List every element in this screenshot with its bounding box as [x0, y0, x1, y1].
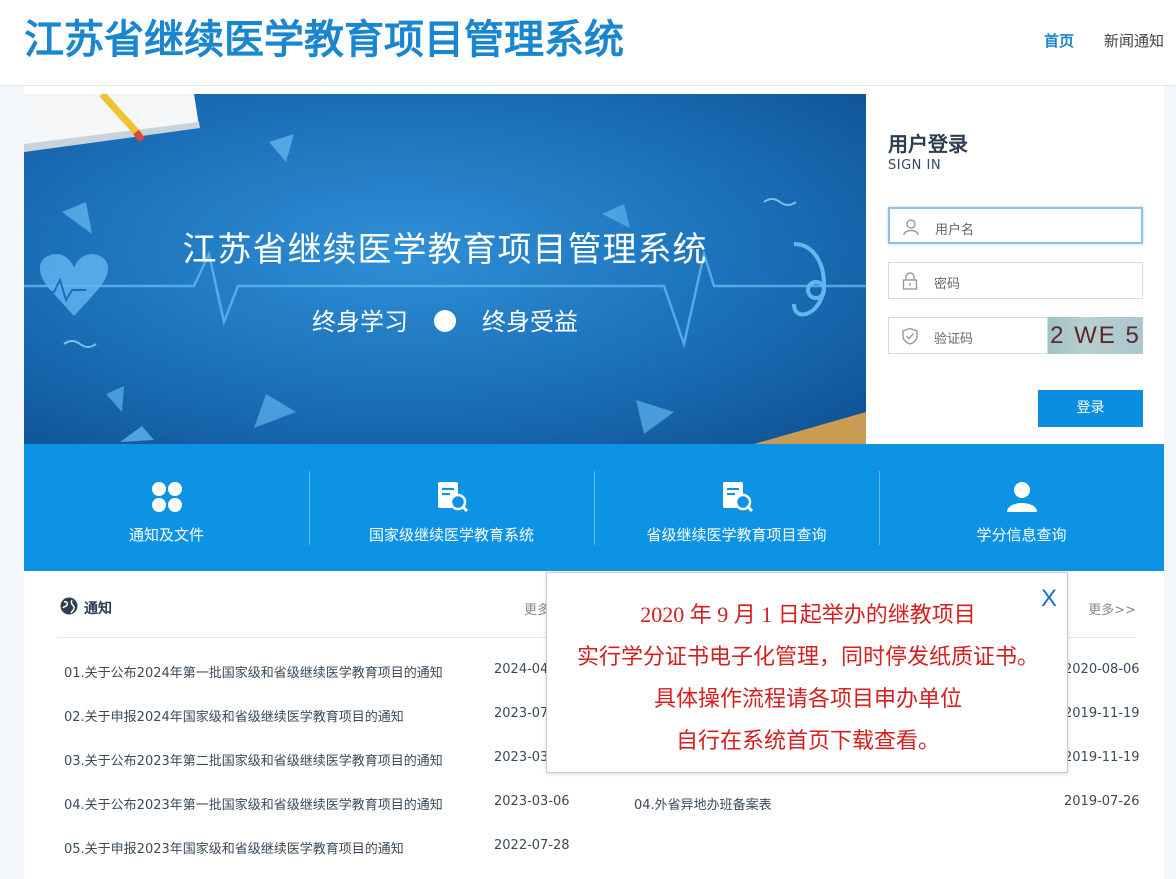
quick-links-bar: 通知及文件 国家级继续医学教育系统 省级继续医学教育项目查询 学分信息查询: [24, 444, 1164, 571]
user-icon: [1006, 482, 1037, 512]
more-link-right[interactable]: 更多>>: [1088, 599, 1136, 618]
lock-icon: [902, 272, 918, 290]
popup-line: 自行在系统首页下载查看。: [675, 728, 940, 753]
list-item[interactable]: 04.关于公布2023年第一批国家级和省级继续医学教育项目的通知: [64, 794, 443, 813]
clover-icon: [151, 482, 182, 512]
login-subtitle: SIGN IN: [888, 158, 942, 173]
popup-line: 2020 年 9 月 1 日起举办的继教项目: [640, 602, 976, 627]
notice-date: 2019-07-26: [1064, 794, 1140, 809]
password-field[interactable]: 密码: [888, 262, 1143, 299]
login-button[interactable]: 登录: [1038, 390, 1143, 427]
captcha-image[interactable]: 2 WE 5: [1048, 317, 1143, 354]
notice-date: 2020-08-06: [1064, 662, 1140, 677]
doc-search-icon: [722, 482, 753, 513]
captcha-field[interactable]: 验证码: [888, 317, 1048, 354]
banner-title: 江苏省继续医学教育项目管理系统: [182, 230, 708, 270]
list-item[interactable]: 04.外省异地办班备案表: [634, 794, 772, 813]
list-item[interactable]: 05.关于申报2023年国家级和省级继续医学教育项目的通知: [64, 838, 404, 857]
notice-date: 2022-07-28: [494, 838, 570, 853]
notices-title: 通知: [84, 601, 112, 617]
password-placeholder: 密码: [934, 277, 961, 292]
top-nav: 首页 新闻通知: [1044, 30, 1164, 51]
quick-link-label: 国家级继续医学教育系统: [368, 526, 534, 544]
notice-date: 2023-03-06: [494, 794, 570, 809]
quick-link-label: 省级继续医学教育项目查询: [646, 526, 827, 544]
announcement-popup: X 2020 年 9 月 1 日起举办的继教项目 实行学分证书电子化管理，同时停…: [546, 572, 1068, 773]
slogan-right: 终身受益: [482, 308, 578, 336]
list-item[interactable]: 01.关于公布2024年第一批国家级和省级继续医学教育项目的通知: [64, 662, 443, 681]
slogan-dot: [434, 310, 456, 332]
login-panel: 用户登录 SIGN IN 用户名 密码 验证码 2 WE 5 登录: [866, 94, 1164, 444]
popup-line: 具体操作流程请各项目申办单位: [653, 686, 962, 711]
banner-slogan: 终身学习 终身受益: [24, 302, 866, 337]
quick-link-label: 学分信息查询: [976, 526, 1067, 544]
popup-line: 实行学分证书电子化管理，同时停发纸质证书。: [576, 644, 1039, 669]
nav-home-link[interactable]: 首页: [1044, 30, 1074, 51]
notice-title[interactable]: 04.外省异地办班备案表: [634, 798, 772, 813]
quick-link-notices[interactable]: 通知及文件: [24, 444, 309, 571]
captcha-text: 2 WE 5: [1050, 322, 1141, 349]
list-item[interactable]: 03.关于公布2023年第二批国家级和省级继续医学教育项目的通知: [64, 750, 443, 769]
user-icon: [903, 219, 919, 236]
quick-link-label: 通知及文件: [128, 526, 204, 544]
quick-link-provincial-query[interactable]: 省级继续医学教育项目查询: [594, 444, 879, 571]
notice-title[interactable]: 01.关于公布2024年第一批国家级和省级继续医学教育项目的通知: [64, 666, 443, 681]
notice-date: 2019-11-19: [1064, 706, 1140, 721]
notice-title[interactable]: 04.关于公布2023年第一批国家级和省级继续医学教育项目的通知: [64, 798, 443, 813]
doc-search-icon: [437, 482, 468, 513]
notice-date: 2023-03-: [494, 750, 554, 765]
quick-link-credit-query[interactable]: 学分信息查询: [879, 444, 1164, 571]
notice-title[interactable]: 03.关于公布2023年第二批国家级和省级继续医学教育项目的通知: [64, 754, 443, 769]
slogan-left: 终身学习: [312, 308, 408, 336]
captcha-placeholder: 验证码: [934, 332, 974, 347]
username-placeholder: 用户名: [935, 223, 975, 238]
quick-link-national-system[interactable]: 国家级继续医学教育系统: [309, 444, 594, 571]
header: 江苏省继续医学教育项目管理系统 首页 新闻通知: [0, 0, 1176, 86]
globe-icon: [60, 597, 78, 615]
shield-check-icon: [902, 327, 918, 345]
nav-news-link[interactable]: 新闻通知: [1104, 30, 1164, 51]
site-title: 江苏省继续医学教育项目管理系统: [24, 17, 624, 63]
username-field[interactable]: 用户名: [888, 207, 1143, 244]
notice-date: 2023-07-: [494, 706, 554, 721]
list-item[interactable]: 02.关于申报2024年国家级和省级继续医学教育项目的通知: [64, 706, 404, 725]
login-title: 用户登录: [888, 132, 968, 156]
notice-date: 2019-11-19: [1064, 750, 1140, 765]
notice-date: 2024-04-: [494, 662, 554, 677]
notice-title[interactable]: 05.关于申报2023年国家级和省级继续医学教育项目的通知: [64, 842, 404, 857]
banner: 江苏省继续医学教育项目管理系统 终身学习 终身受益: [24, 94, 866, 444]
notice-title[interactable]: 02.关于申报2024年国家级和省级继续医学教育项目的通知: [64, 710, 404, 725]
